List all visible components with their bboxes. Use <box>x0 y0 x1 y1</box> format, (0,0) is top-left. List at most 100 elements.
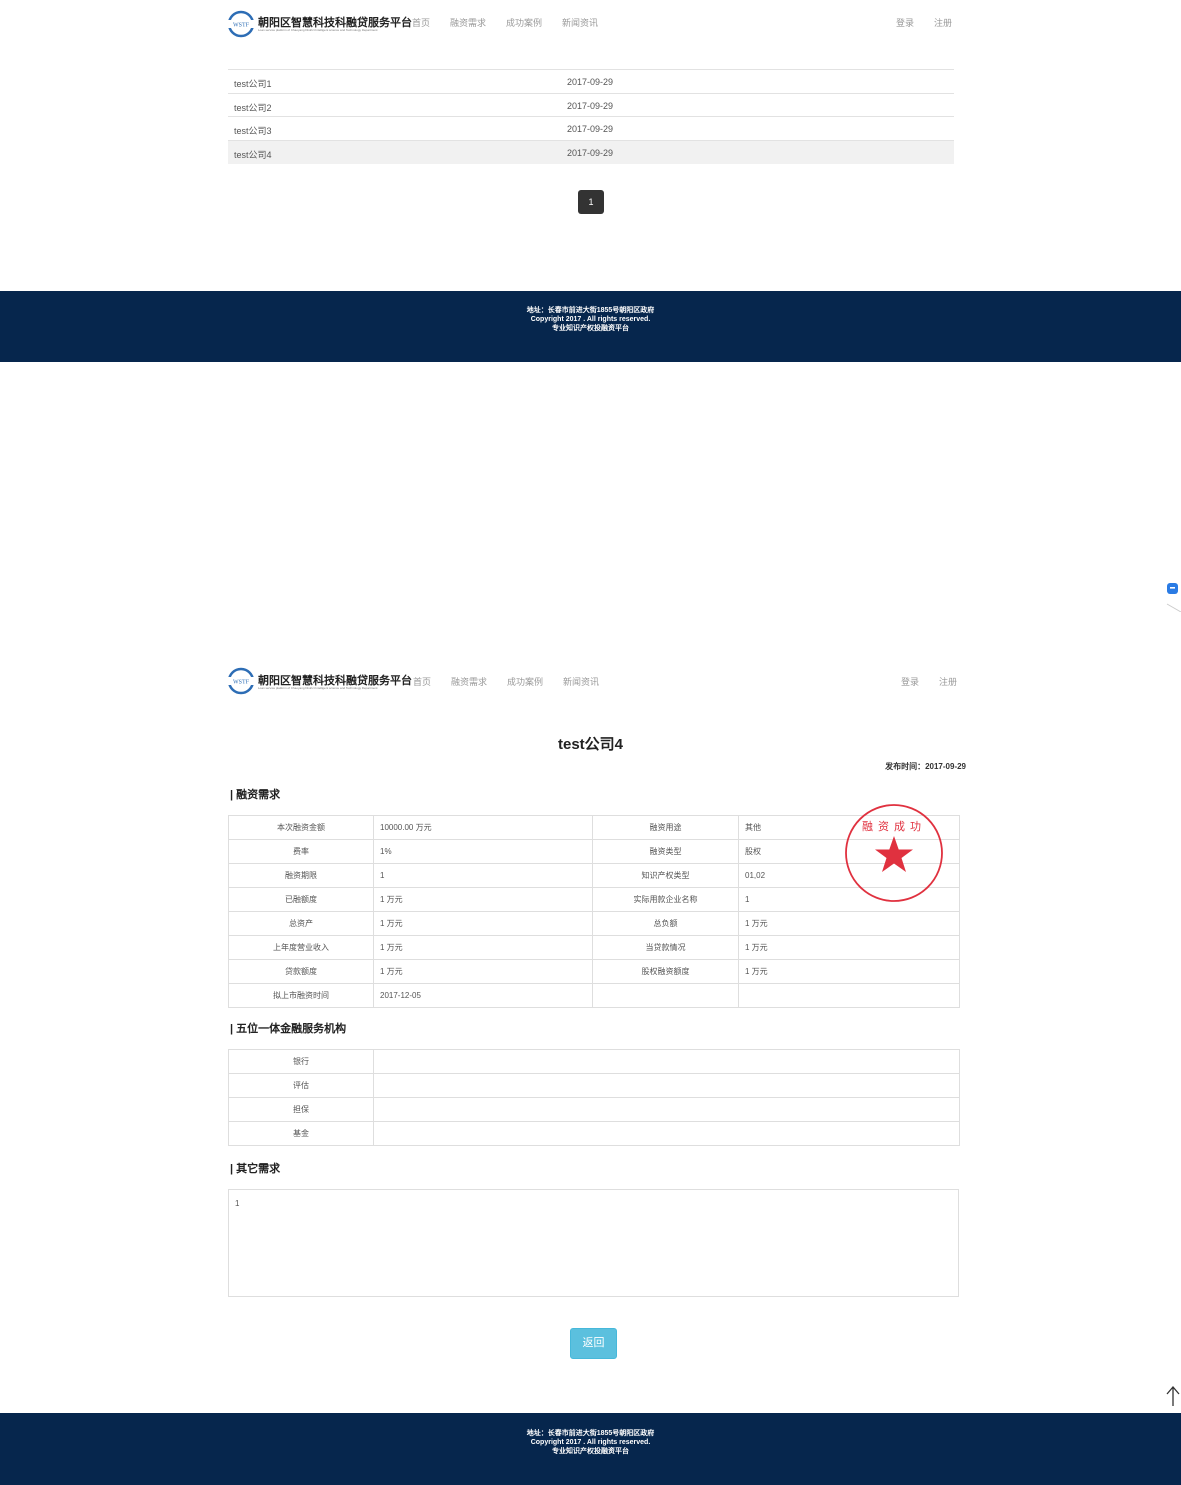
side-chat-widget[interactable] <box>1166 582 1181 613</box>
field-value <box>738 983 960 1008</box>
nav-news[interactable]: 新闻资讯 <box>562 16 598 29</box>
field-label: 贷款额度 <box>228 959 374 984</box>
company-name[interactable]: test公司1 <box>234 77 272 90</box>
other-requirements-text: 1 <box>235 1199 240 1208</box>
login-link[interactable]: 登录 <box>901 675 919 688</box>
register-link[interactable]: 注册 <box>939 675 957 688</box>
footer-tagline: 专业知识产权投融资平台 <box>552 325 629 332</box>
field-value: 1 <box>373 863 593 888</box>
section-institutions-title: | 五位一体金融服务机构 <box>230 1023 347 1035</box>
logo-icon[interactable]: WSTF <box>227 667 255 695</box>
nav-home[interactable]: 首页 <box>413 675 431 688</box>
field-label: 融资用途 <box>592 815 739 840</box>
field-label: 本次融资金额 <box>228 815 374 840</box>
institution-label: 担保 <box>228 1097 374 1122</box>
nav-success-cases[interactable]: 成功案例 <box>507 675 543 688</box>
pagination-page-1[interactable]: 1 <box>578 190 604 214</box>
company-name[interactable]: test公司4 <box>234 148 272 161</box>
chat-icon[interactable] <box>1166 582 1181 613</box>
field-label: 总负额 <box>592 911 739 936</box>
arrow-up-icon[interactable] <box>1164 1385 1181 1407</box>
svg-text:WSTF: WSTF <box>233 680 250 686</box>
footer-copyright: Copyright 2017 . All rights reserved. <box>530 1439 651 1446</box>
field-value: 1 万元 <box>373 911 593 936</box>
back-button[interactable]: 返回 <box>570 1328 617 1359</box>
publish-time: 发布时间：2017-09-29 <box>885 761 966 772</box>
field-value: 2017-12-05 <box>373 983 593 1008</box>
field-value: 1 万元 <box>373 935 593 960</box>
field-label: 费率 <box>228 839 374 864</box>
institution-value <box>373 1049 960 1074</box>
institution-value <box>373 1073 960 1098</box>
table-row: 基金 <box>228 1121 960 1146</box>
nav-financing-demand[interactable]: 融资需求 <box>451 675 487 688</box>
detail-header: WSTF 朝阳区智慧科技科融贷服务平台 Loan service platfor… <box>0 664 1181 704</box>
nav-news[interactable]: 新闻资讯 <box>563 675 599 688</box>
top-header: WSTF 朝阳区智慧科技科融贷服务平台 Loan service platfor… <box>0 5 1181 45</box>
publish-date: 2017-09-29 <box>567 148 614 158</box>
field-label: 融资类型 <box>592 839 739 864</box>
table-row: 银行 <box>228 1049 960 1074</box>
table-row: 拟上市融资时间 2017-12-05 <box>228 983 960 1008</box>
field-value: 1 万元 <box>373 887 593 912</box>
page-title: test公司4 <box>557 736 624 753</box>
field-label: 上年度营业收入 <box>228 935 374 960</box>
publish-label: 发布时间： <box>885 762 926 771</box>
field-value: 1% <box>373 839 593 864</box>
site-subtitle: Loan service platform of Chaoyang Distri… <box>258 28 378 32</box>
nav-home[interactable]: 首页 <box>412 16 430 29</box>
list-item[interactable]: test公司1 2017-09-29 <box>228 69 954 93</box>
nav-financing-demand[interactable]: 融资需求 <box>450 16 486 29</box>
institution-label: 评估 <box>228 1073 374 1098</box>
auth-links: 登录 注册 <box>896 16 952 29</box>
nav-success-cases[interactable]: 成功案例 <box>506 16 542 29</box>
field-label: 当贷款情况 <box>592 935 739 960</box>
site-subtitle: Loan service platform of Chaoyang Distri… <box>258 686 378 690</box>
footer-address: 地址：长春市前进大街1855号朝阳区政府 <box>526 1430 655 1437</box>
field-label: 实际用款企业名称 <box>592 887 739 912</box>
list-item[interactable]: test公司2 2017-09-29 <box>228 93 954 117</box>
site-footer: 地址：长春市前进大街1855号朝阳区政府 Copyright 2017 . Al… <box>0 291 1181 362</box>
footer-tagline: 专业知识产权投融资平台 <box>552 1448 629 1455</box>
list-item[interactable]: test公司4 2017-09-29 <box>228 140 954 164</box>
other-requirements-box: 1 <box>228 1189 959 1297</box>
table-row: 贷款额度 1 万元 股权融资额度 1 万元 <box>228 959 960 984</box>
table-row: 担保 <box>228 1097 960 1122</box>
success-stamp: 融资成功 <box>845 804 943 902</box>
table-row: 上年度营业收入 1 万元 当贷款情况 1 万元 <box>228 935 960 960</box>
login-link[interactable]: 登录 <box>896 16 914 29</box>
logo-icon[interactable]: WSTF <box>227 10 255 38</box>
publish-date: 2017-09-29 <box>567 124 614 134</box>
list-item[interactable]: test公司3 2017-09-29 <box>228 116 954 140</box>
field-label: 已融额度 <box>228 887 374 912</box>
svg-text:WSTF: WSTF <box>233 23 250 29</box>
company-name[interactable]: test公司2 <box>234 101 272 114</box>
publish-date: 2017-09-29 <box>567 77 614 87</box>
institutions-table: 银行 评估 担保 基金 <box>228 1049 960 1146</box>
svg-text:融资成功: 融资成功 <box>862 820 926 833</box>
field-label: 融资期限 <box>228 863 374 888</box>
field-value: 1 万元 <box>738 911 960 936</box>
institution-value <box>373 1097 960 1122</box>
field-label: 总资产 <box>228 911 374 936</box>
auth-links: 登录 注册 <box>901 675 957 688</box>
field-label: 股权融资额度 <box>592 959 739 984</box>
field-value: 1 万元 <box>373 959 593 984</box>
field-value: 1 万元 <box>738 935 960 960</box>
publish-date: 2017-09-29 <box>567 101 614 111</box>
register-link[interactable]: 注册 <box>934 16 952 29</box>
main-nav: 首页 融资需求 成功案例 新闻资讯 <box>412 16 598 29</box>
table-row: 总资产 1 万元 总负额 1 万元 <box>228 911 960 936</box>
field-label: 知识产权类型 <box>592 863 739 888</box>
field-label: 拟上市融资时间 <box>228 983 374 1008</box>
field-value: 10000.00 万元 <box>373 815 593 840</box>
section-other-title: | 其它需求 <box>230 1163 281 1175</box>
company-name[interactable]: test公司3 <box>234 124 272 137</box>
institution-value <box>373 1121 960 1146</box>
table-row: 评估 <box>228 1073 960 1098</box>
field-label <box>592 983 739 1008</box>
institution-label: 银行 <box>228 1049 374 1074</box>
star-icon <box>875 836 913 872</box>
footer-copyright: Copyright 2017 . All rights reserved. <box>530 316 651 323</box>
institution-label: 基金 <box>228 1121 374 1146</box>
